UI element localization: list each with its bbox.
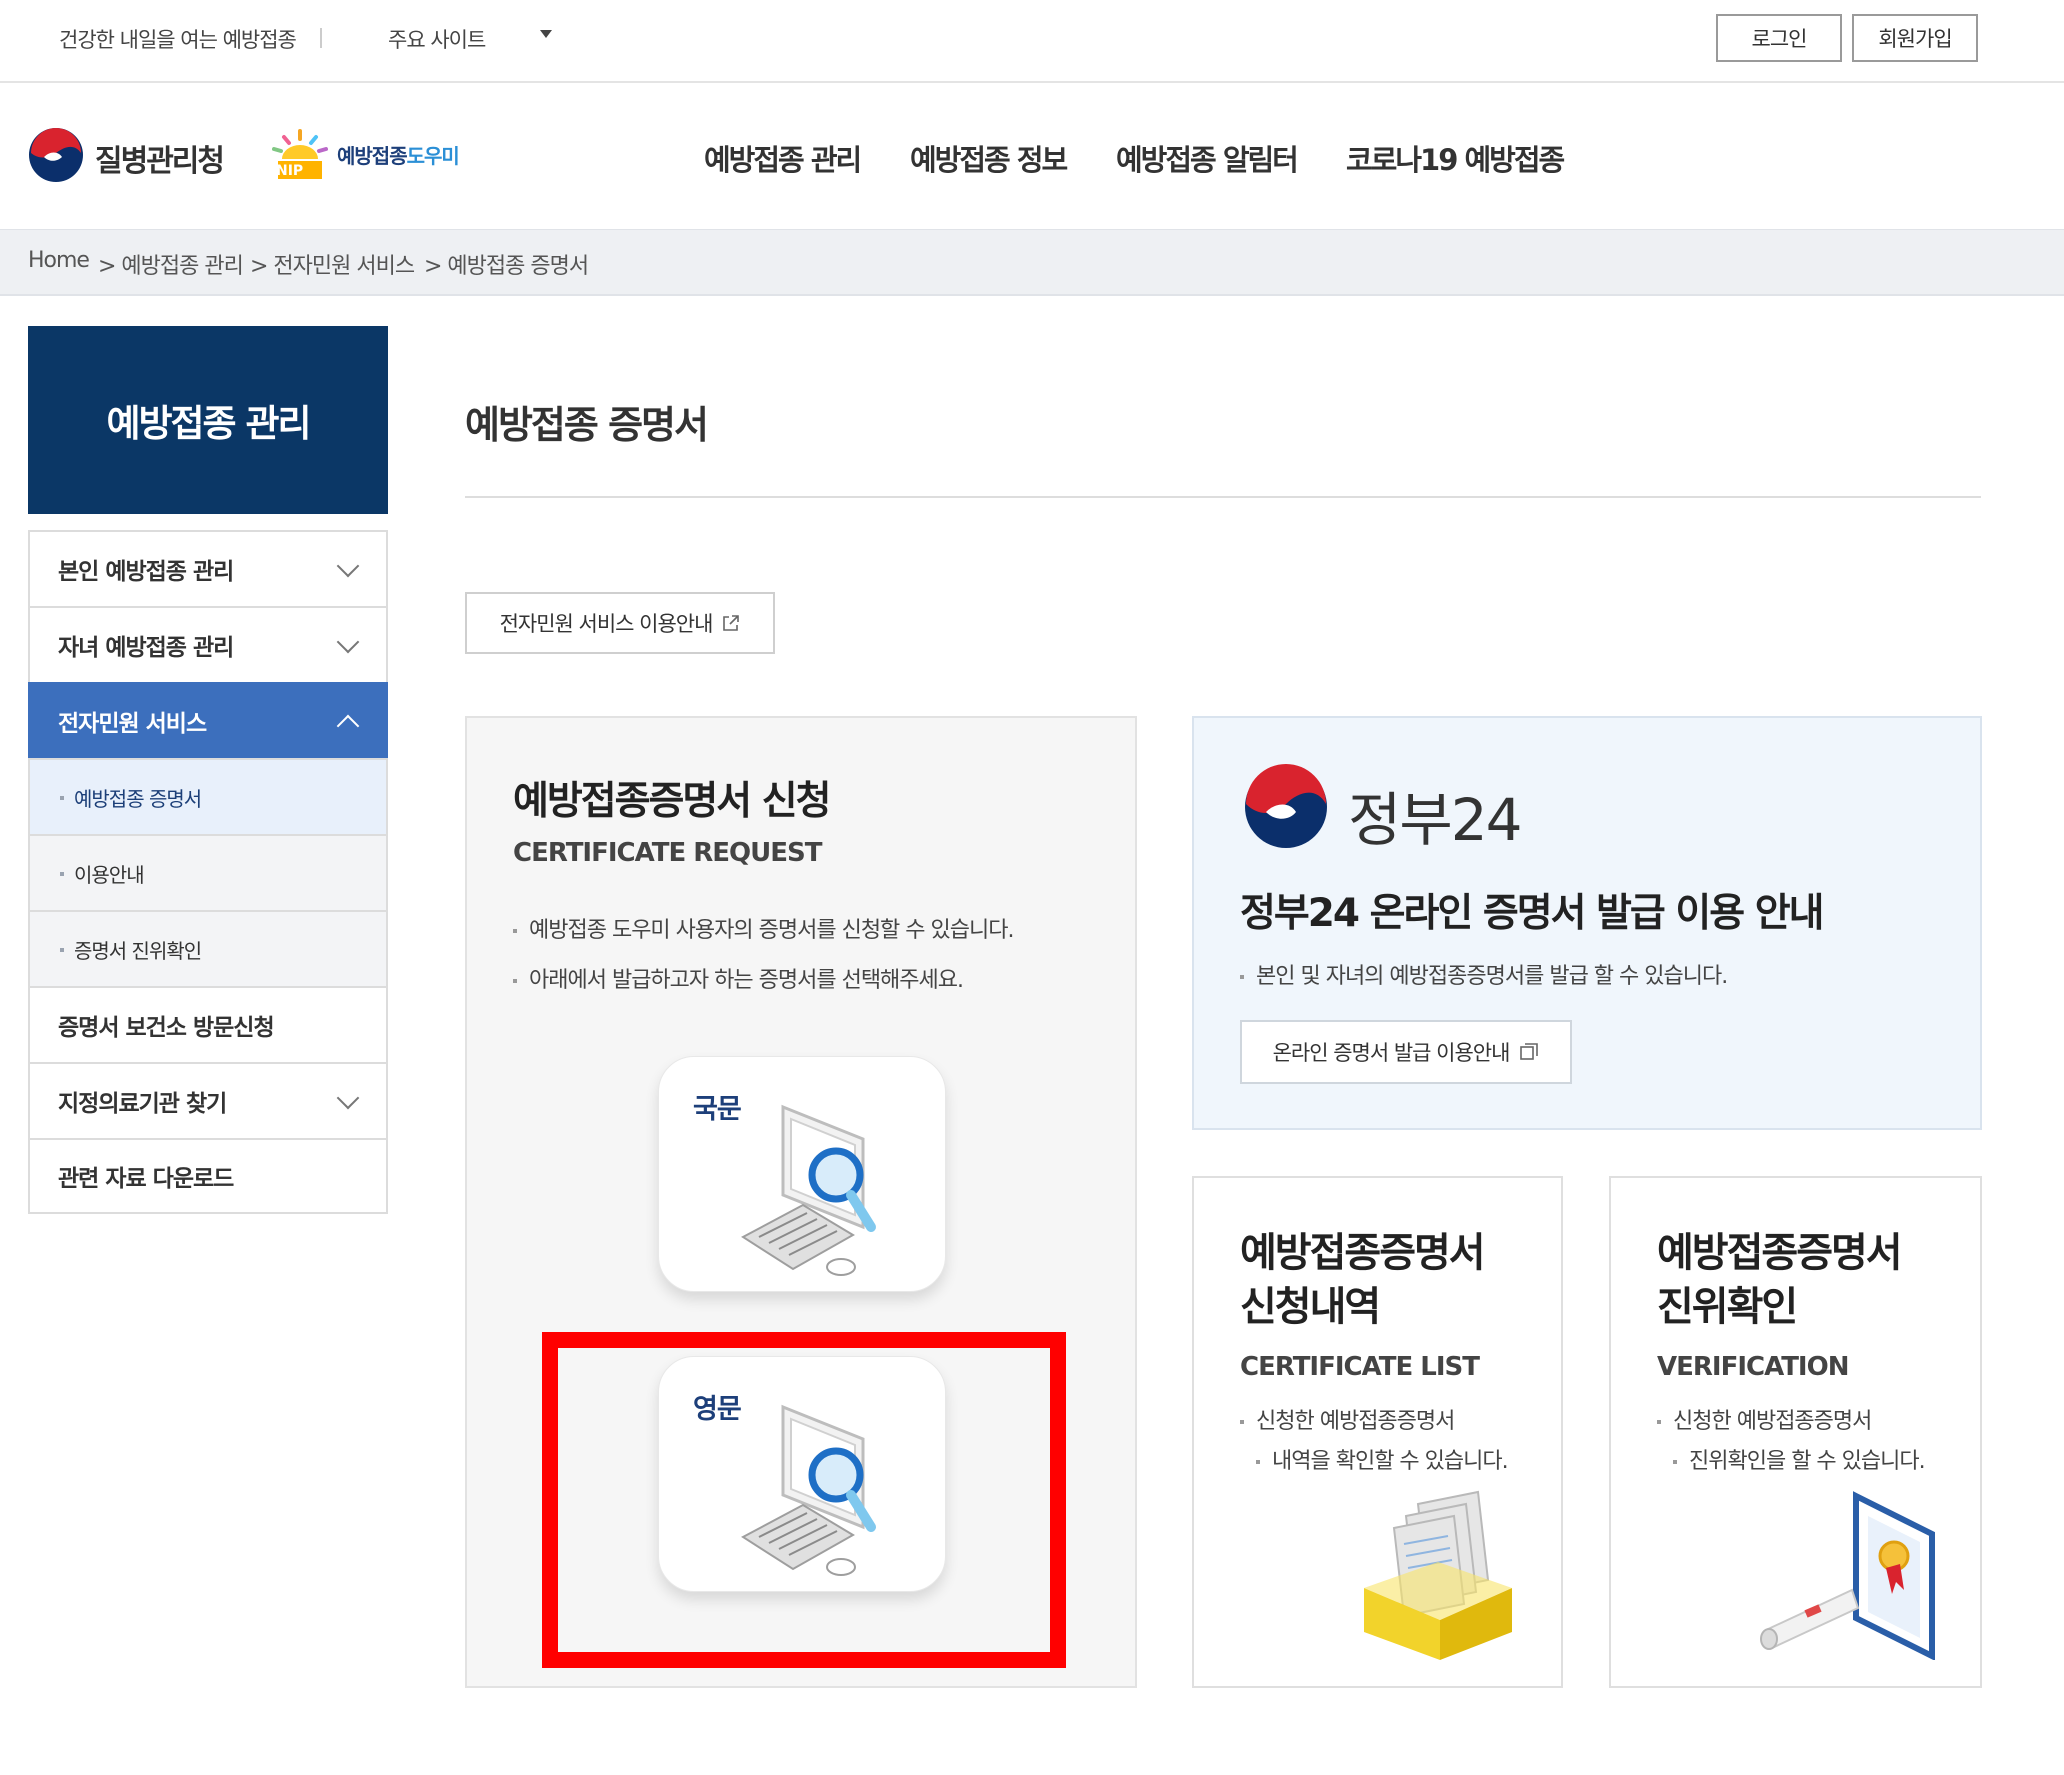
page-root: 건강한 내일을 여는 예방접종 주요 사이트 로그인 회원가입 질병관리청 NI… <box>0 0 2064 1775</box>
nav-vaccination-notice[interactable]: 예방접종 알림터 <box>1116 137 1299 179</box>
major-sites-dropdown[interactable]: 주요 사이트 <box>388 24 486 54</box>
nip-name-blue: 도우미 <box>406 144 460 168</box>
page-title: 예방접종 증명서 <box>465 403 709 447</box>
request-title: 예방접종증명서 신청 <box>513 779 831 824</box>
sidebar-item-label: 관련 자료 다운로드 <box>58 1166 234 1192</box>
caret-down-icon[interactable] <box>540 30 552 38</box>
korean-certificate-button[interactable]: 국문 <box>658 1056 946 1292</box>
sidebar-item-find-clinic[interactable]: 지정의료기관 찾기 <box>28 1062 388 1138</box>
nip-name-dark: 예방접종 <box>337 144 408 168</box>
breadcrumb-home[interactable]: Home <box>28 248 90 273</box>
computer-search-icon <box>741 1104 876 1276</box>
login-button[interactable]: 로그인 <box>1716 14 1842 62</box>
sidebar-item-my-vaccination[interactable]: 본인 예방접종 관리 <box>28 530 388 606</box>
kdca-logo-icon[interactable] <box>28 127 84 183</box>
verify-card-desc-2: 진위확인을 할 수 있습니다. <box>1657 1442 1926 1482</box>
sidebar-item-downloads[interactable]: 관련 자료 다운로드 <box>28 1138 388 1214</box>
guide-button-label: 전자민원 서비스 이용안내 <box>499 612 714 636</box>
new-window-icon <box>1520 1043 1539 1060</box>
sidebar-item-label: 전자민원 서비스 <box>58 711 207 737</box>
sidebar-item-child-vaccination[interactable]: 자녀 예방접종 관리 <box>28 606 388 682</box>
signup-button[interactable]: 회원가입 <box>1852 14 1978 62</box>
nip-logo-text[interactable]: 예방접종도우미 <box>337 140 460 169</box>
verify-card-desc-1: 신청한 예방접종증명서 <box>1657 1402 1925 1442</box>
slogan-text: 건강한 내일을 여는 예방접종 <box>59 28 297 52</box>
gov24-button-label: 온라인 증명서 발급 이용안내 <box>1272 1041 1511 1065</box>
verify-card-title-line-1: 예방접종증명서 <box>1657 1230 1903 1276</box>
chevron-down-icon <box>336 1086 360 1110</box>
sidebar-menu: 본인 예방접종 관리 자녀 예방접종 관리 전자민원 서비스 예방접종 증명서 … <box>28 530 388 1214</box>
sidebar-item-label: 자녀 예방접종 관리 <box>58 635 234 661</box>
sidebar-item-label: 본인 예방접종 관리 <box>58 559 234 585</box>
sidebar-subitem-certificate[interactable]: 예방접종 증명서 <box>28 758 388 834</box>
request-desc-1: 예방접종 도우미 사용자의 증명서를 신청할 수 있습니다. <box>513 912 1014 944</box>
document-box-icon <box>1364 1490 1512 1660</box>
sidebar-item-label: 지정의료기관 찾기 <box>58 1091 227 1117</box>
list-card-title-line-1: 예방접종증명서 <box>1240 1230 1486 1276</box>
verify-card-desc: 신청한 예방접종증명서 진위확인을 할 수 있습니다. <box>1657 1402 1926 1482</box>
list-card-desc: 신청한 예방접종증명서 내역을 확인할 수 있습니다. <box>1240 1402 1509 1482</box>
title-divider <box>465 496 1981 498</box>
online-certificate-guide-button[interactable]: 온라인 증명서 발급 이용안내 <box>1240 1020 1572 1084</box>
breadcrumb-e-civil-service[interactable]: > 전자민원 서비스 <box>250 248 415 280</box>
sidebar-item-health-center-visit[interactable]: 증명서 보건소 방문신청 <box>28 986 388 1062</box>
highlight-box <box>542 1332 1066 1668</box>
breadcrumb-vaccination-management[interactable]: > 예방접종 관리 <box>98 248 244 280</box>
sidebar-subitem-guide[interactable]: 이용안내 <box>28 834 388 910</box>
certificate-scroll-icon <box>1760 1491 1935 1660</box>
gov24-logo-icon <box>1245 764 1327 848</box>
sidebar-subitem-verification[interactable]: 증명서 진위확인 <box>28 910 388 986</box>
top-divider <box>320 28 322 48</box>
verify-card-title-line-2: 진위확인 <box>1657 1284 1798 1330</box>
list-card-title: 예방접종증명서 신청내역 <box>1240 1226 1486 1334</box>
chevron-down-icon <box>336 554 360 578</box>
kdca-logo-text[interactable]: 질병관리청 <box>95 136 225 180</box>
nav-vaccination-info[interactable]: 예방접종 정보 <box>910 137 1068 179</box>
breadcrumb-current-page: > 예방접종 증명서 <box>424 254 589 279</box>
list-card-desc-2: 내역을 확인할 수 있습니다. <box>1240 1442 1509 1482</box>
external-link-icon <box>723 615 740 631</box>
e-civil-guide-button[interactable]: 전자민원 서비스 이용안내 <box>465 592 775 654</box>
gov24-desc: 본인 및 자녀의 예방접종증명서를 발급 할 수 있습니다. <box>1240 958 1728 990</box>
gov24-title: 정부24 온라인 증명서 발급 이용 안내 <box>1240 891 1824 936</box>
verify-card-title: 예방접종증명서 진위확인 <box>1657 1226 1903 1334</box>
list-card-title-line-2: 신청내역 <box>1240 1284 1381 1330</box>
chevron-up-icon <box>336 714 360 738</box>
sidebar-heading: 예방접종 관리 <box>28 326 388 514</box>
nav-vaccination-management[interactable]: 예방접종 관리 <box>704 137 862 179</box>
request-desc-2: 아래에서 발급하고자 하는 증명서를 선택해주세요. <box>513 962 964 994</box>
list-card-subtitle: CERTIFICATE LIST <box>1240 1352 1480 1382</box>
nip-badge-text: NIP <box>276 163 304 179</box>
gov24-logo-text: 정부24 <box>1348 786 1523 854</box>
verify-card-subtitle: VERIFICATION <box>1657 1352 1849 1382</box>
nav-covid19-vaccination[interactable]: 코로나19 예방접종 <box>1346 137 1565 179</box>
sidebar-item-e-civil-service[interactable]: 전자민원 서비스 <box>28 682 388 758</box>
list-card-desc-1: 신청한 예방접종증명서 <box>1240 1402 1508 1442</box>
request-subtitle: CERTIFICATE REQUEST <box>513 838 822 868</box>
chevron-down-icon <box>336 630 360 654</box>
sidebar-item-label: 증명서 보건소 방문신청 <box>58 1015 275 1041</box>
